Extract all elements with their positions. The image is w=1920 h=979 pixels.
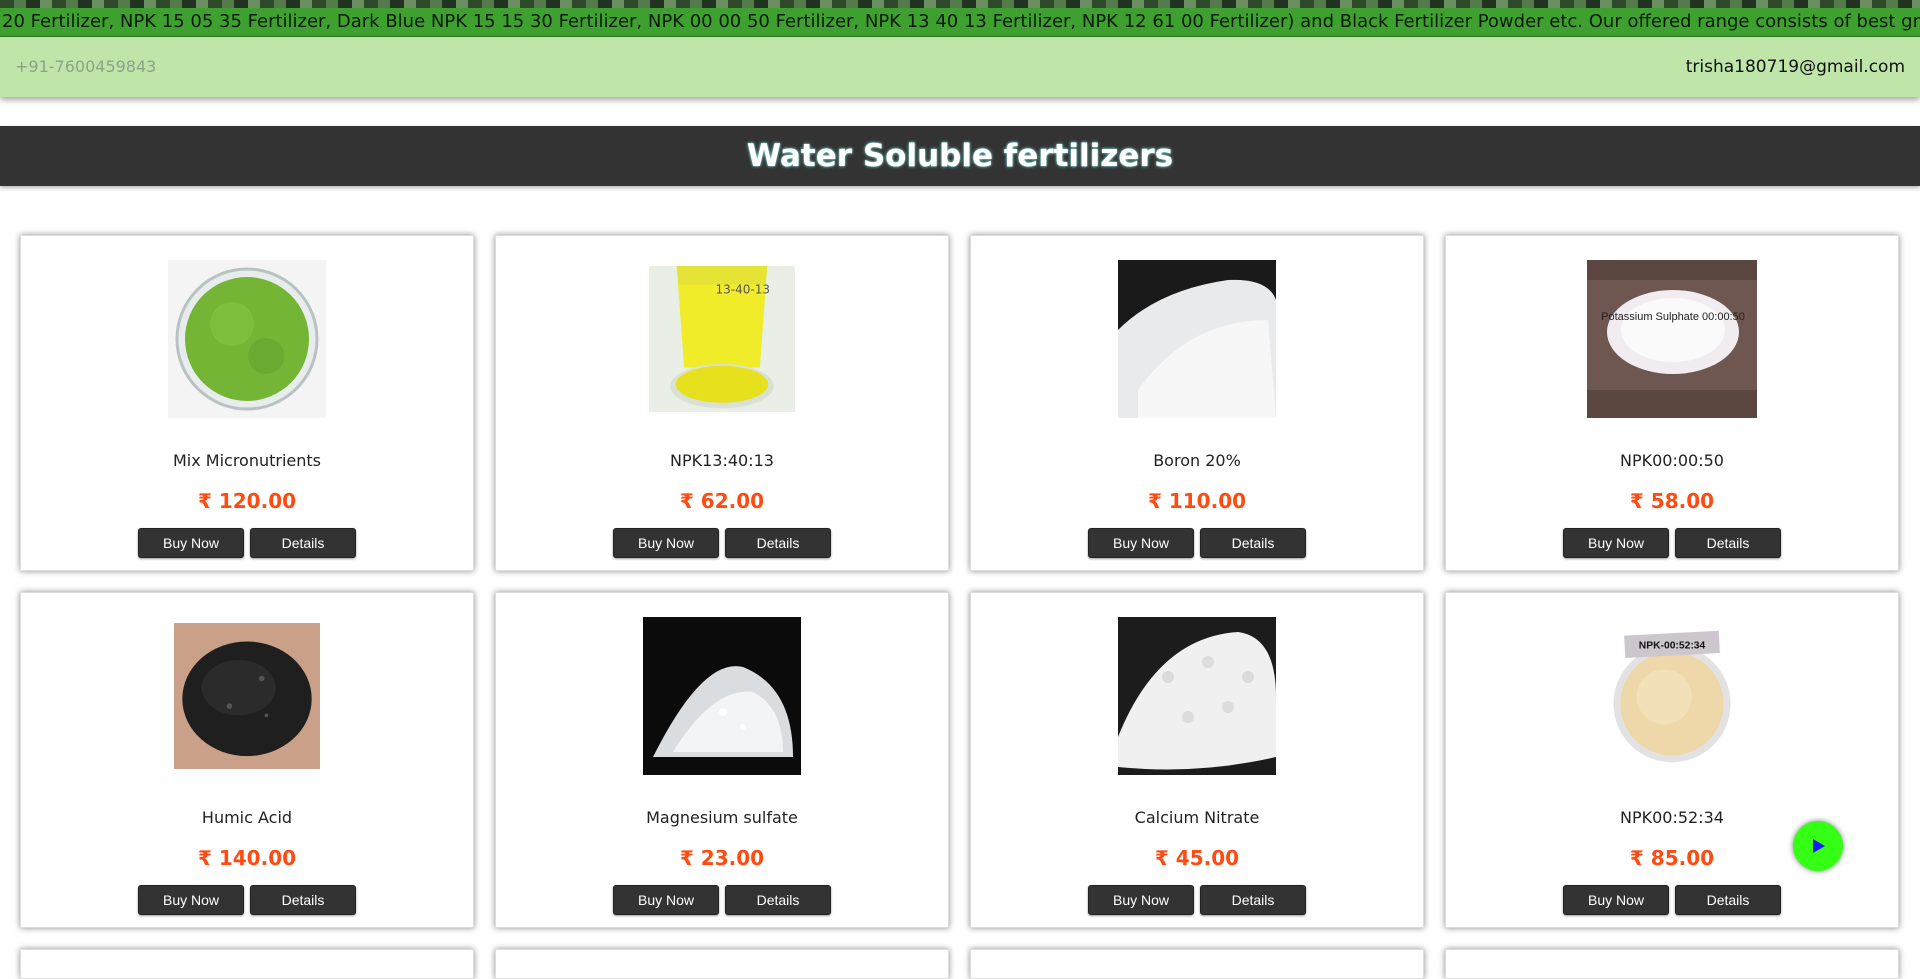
product-image-cream-powder[interactable]: NPK-00:52:34	[1604, 617, 1740, 775]
product-image-potassium-sulphate[interactable]: Potassium Sulphate 00:00:50	[1587, 260, 1757, 418]
buy-now-button[interactable]: Buy Now	[1088, 528, 1194, 558]
scrolling-ticker: 20 Fertilizer, NPK 15 05 35 Fertilizer, …	[0, 8, 1920, 38]
product-grid: Mix Micronutrients ₹ 120.00 Buy Now Deta…	[20, 235, 1900, 979]
buy-now-button[interactable]: Buy Now	[613, 528, 719, 558]
buy-now-button[interactable]: Buy Now	[613, 885, 719, 915]
product-actions: Buy Now Details	[496, 885, 948, 915]
product-price: ₹ 140.00	[197, 846, 297, 870]
product-name: Calcium Nitrate	[1134, 808, 1260, 827]
play-button[interactable]	[1793, 821, 1843, 871]
details-button[interactable]: Details	[1200, 885, 1306, 915]
svg-text:13-40-13: 13-40-13	[716, 283, 770, 297]
product-name: NPK00:00:50	[1620, 451, 1724, 470]
product-name: Boron 20%	[1153, 451, 1241, 470]
details-button[interactable]: Details	[1675, 885, 1781, 915]
product-image-black-granules[interactable]	[174, 617, 320, 775]
product-actions: Buy Now Details	[1446, 528, 1898, 558]
buy-now-button[interactable]: Buy Now	[1563, 528, 1669, 558]
product-name: Magnesium sulfate	[646, 808, 798, 827]
product-image-white-pellets[interactable]	[1118, 617, 1276, 775]
product-card-partial	[1445, 949, 1899, 979]
product-card: Mix Micronutrients ₹ 120.00 Buy Now Deta…	[20, 235, 474, 571]
hero-banner-strip	[0, 0, 1920, 8]
product-card-partial	[495, 949, 949, 979]
product-price: ₹ 58.00	[1629, 489, 1715, 513]
section-title: Water Soluble fertilizers	[746, 138, 1174, 174]
product-card: Potassium Sulphate 00:00:50 NPK00:00:50 …	[1445, 235, 1899, 571]
details-button[interactable]: Details	[1675, 528, 1781, 558]
section-header: Water Soluble fertilizers	[0, 126, 1920, 186]
email-address[interactable]: trisha180719@gmail.com	[1686, 57, 1905, 77]
product-card: Boron 20% ₹ 110.00 Buy Now Details	[970, 235, 1424, 571]
product-price: ₹ 62.00	[679, 489, 765, 513]
product-price: ₹ 120.00	[197, 489, 297, 513]
product-price: ₹ 23.00	[679, 846, 765, 870]
contact-bar: +91-7600459843 trisha180719@gmail.com	[0, 37, 1920, 97]
image-label: Potassium Sulphate 00:00:50	[1601, 311, 1745, 323]
product-actions: Buy Now Details	[971, 885, 1423, 915]
product-price: ₹ 45.00	[1154, 846, 1240, 870]
image-label: NPK-00:52:34	[1639, 641, 1706, 652]
product-card: Humic Acid ₹ 140.00 Buy Now Details	[20, 592, 474, 928]
product-actions: Buy Now Details	[971, 528, 1423, 558]
details-button[interactable]: Details	[725, 885, 831, 915]
product-image-clear-crystals[interactable]	[643, 617, 801, 775]
buy-now-button[interactable]: Buy Now	[1088, 885, 1194, 915]
phone-number[interactable]: +91-7600459843	[15, 57, 156, 76]
product-card: Magnesium sulfate ₹ 23.00 Buy Now Detail…	[495, 592, 949, 928]
buy-now-button[interactable]: Buy Now	[1563, 885, 1669, 915]
product-card: Calcium Nitrate ₹ 45.00 Buy Now Details	[970, 592, 1424, 928]
product-name: NPK13:40:13	[670, 451, 774, 470]
product-card: NPK-00:52:34 NPK00:52:34 ₹ 85.00 Buy Now…	[1445, 592, 1899, 928]
product-image-green-powder[interactable]	[168, 260, 326, 418]
product-actions: Buy Now Details	[496, 528, 948, 558]
ticker-text: 20 Fertilizer, NPK 15 05 35 Fertilizer, …	[2, 11, 1920, 32]
product-card-partial	[20, 949, 474, 979]
details-button[interactable]: Details	[1200, 528, 1306, 558]
details-button[interactable]: Details	[725, 528, 831, 558]
product-actions: Buy Now Details	[1446, 885, 1898, 915]
product-actions: Buy Now Details	[21, 885, 473, 915]
buy-now-button[interactable]: Buy Now	[138, 885, 244, 915]
product-card-partial	[970, 949, 1424, 979]
buy-now-button[interactable]: Buy Now	[138, 528, 244, 558]
product-actions: Buy Now Details	[21, 528, 473, 558]
product-name: Humic Acid	[201, 808, 293, 827]
product-image-white-powder[interactable]	[1118, 260, 1276, 418]
details-button[interactable]: Details	[250, 528, 356, 558]
play-icon	[1813, 839, 1825, 853]
product-image-yellow-powder[interactable]: 13-40-13	[649, 260, 795, 418]
details-button[interactable]: Details	[250, 885, 356, 915]
product-price: ₹ 110.00	[1147, 489, 1247, 513]
product-card: 13-40-13 NPK13:40:13 ₹ 62.00 Buy Now Det…	[495, 235, 949, 571]
product-name: Mix Micronutrients	[172, 451, 322, 470]
